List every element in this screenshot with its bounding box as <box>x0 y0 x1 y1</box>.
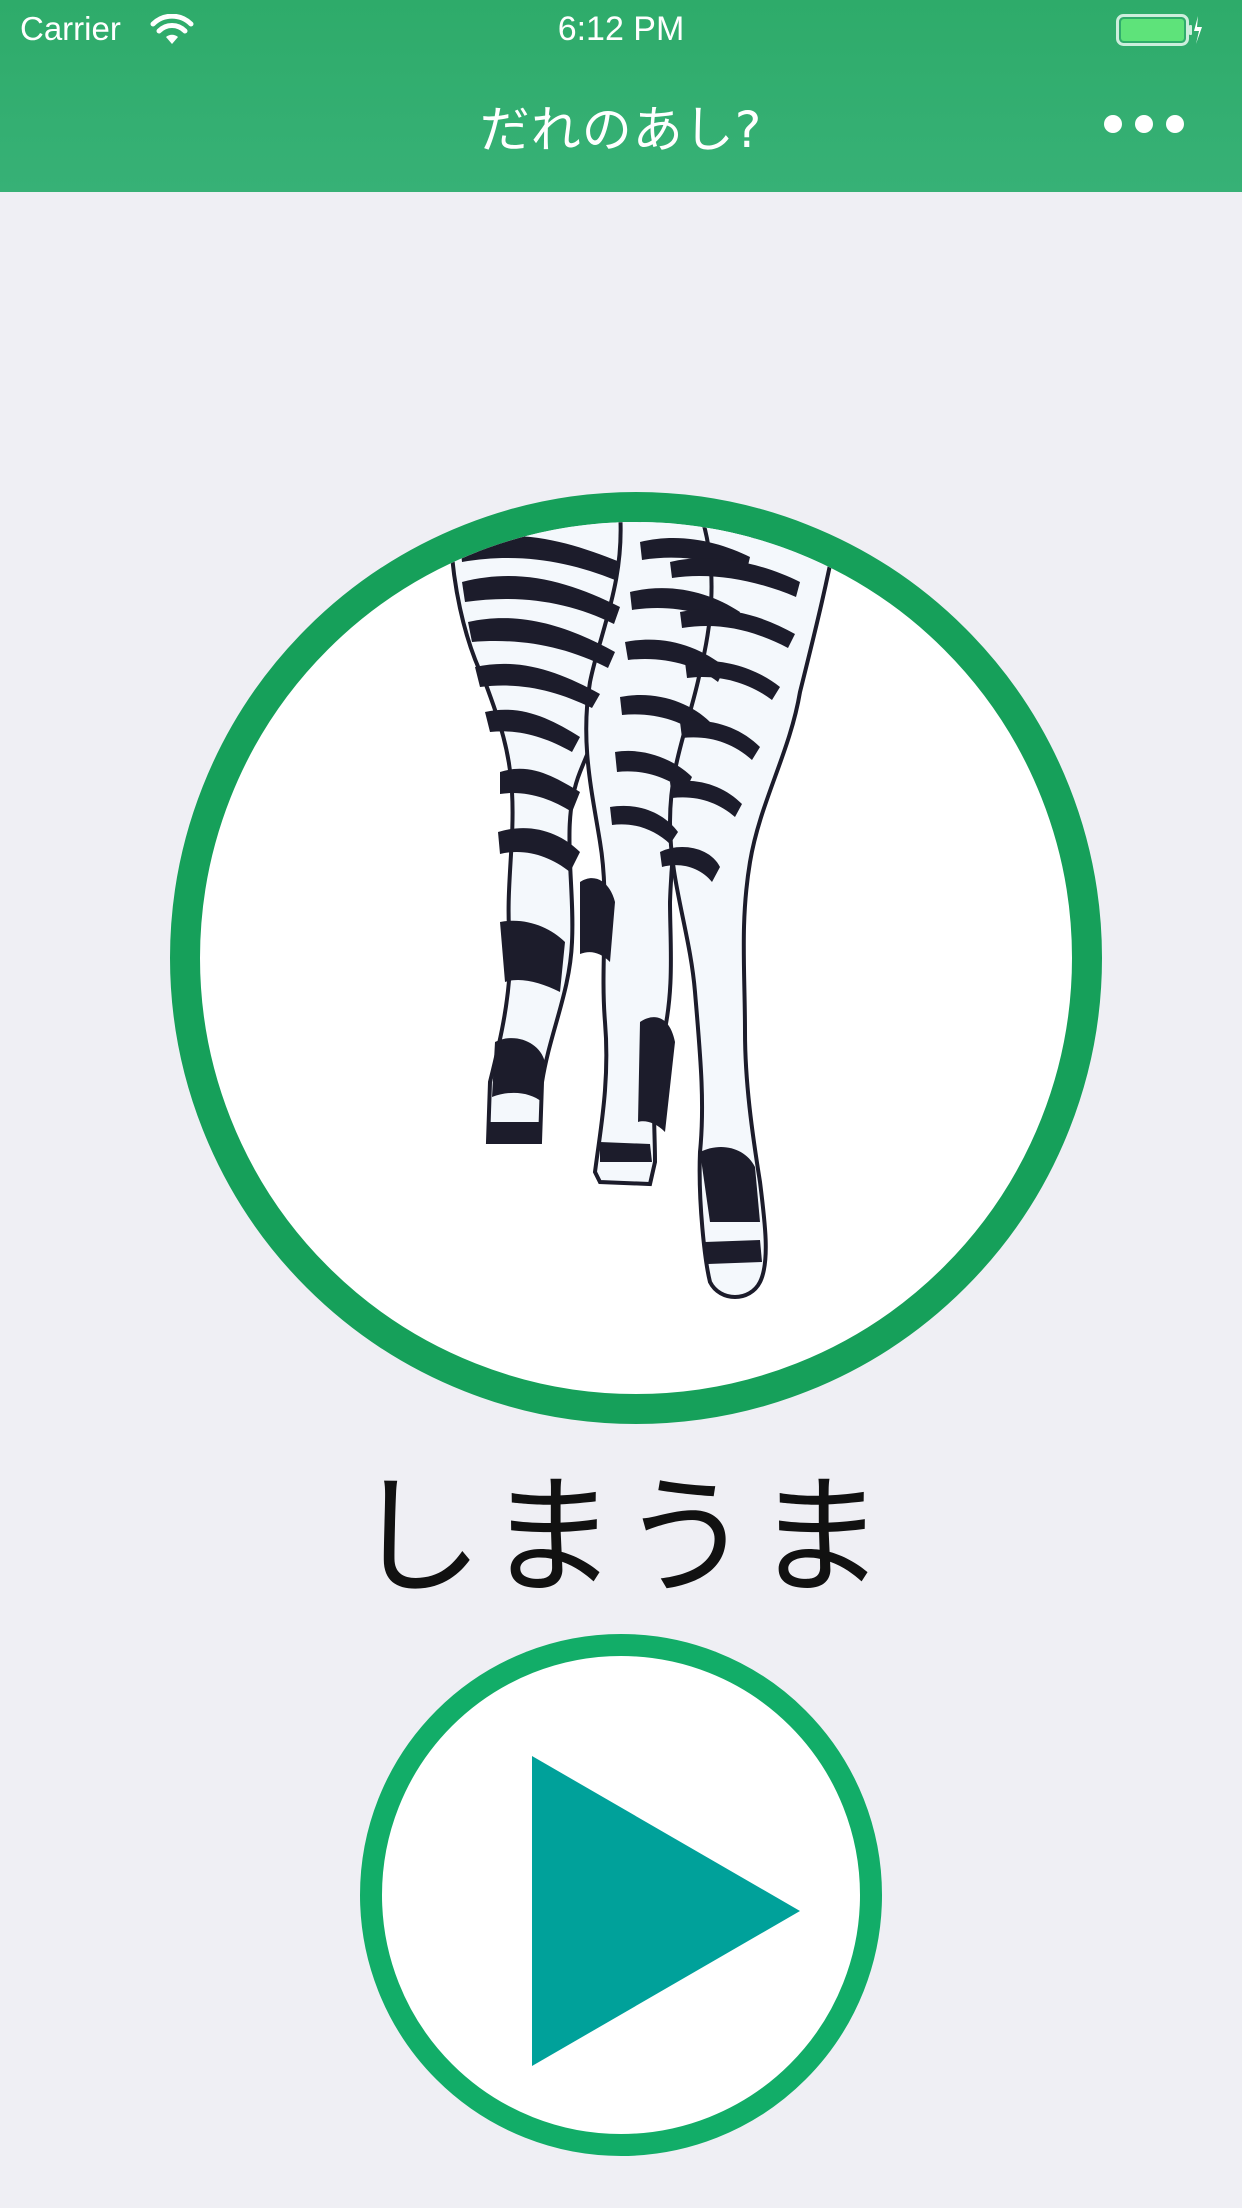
zebra-legs-illustration <box>448 522 841 1299</box>
answer-label: しまうま <box>352 1461 889 1613</box>
app-screen: Carrier 6:12 PM だれのあし? しまうま <box>0 0 1242 2208</box>
animal-picture-frame <box>170 492 1102 1424</box>
more-dots-icon <box>1135 115 1153 133</box>
battery-charging-icon <box>1116 14 1202 46</box>
more-options-button[interactable] <box>1104 106 1184 142</box>
play-icon <box>532 1756 800 2066</box>
status-bar: Carrier 6:12 PM <box>0 0 1242 60</box>
status-time: 6:12 PM <box>557 10 685 48</box>
header-bar: Carrier 6:12 PM だれのあし? <box>0 0 1242 192</box>
page-title: だれのあし? <box>479 101 763 159</box>
more-dots-icon <box>1104 115 1122 133</box>
navigation-bar: だれのあし? <box>0 60 1242 192</box>
play-button[interactable] <box>360 1634 882 2156</box>
more-dots-icon <box>1166 115 1184 133</box>
